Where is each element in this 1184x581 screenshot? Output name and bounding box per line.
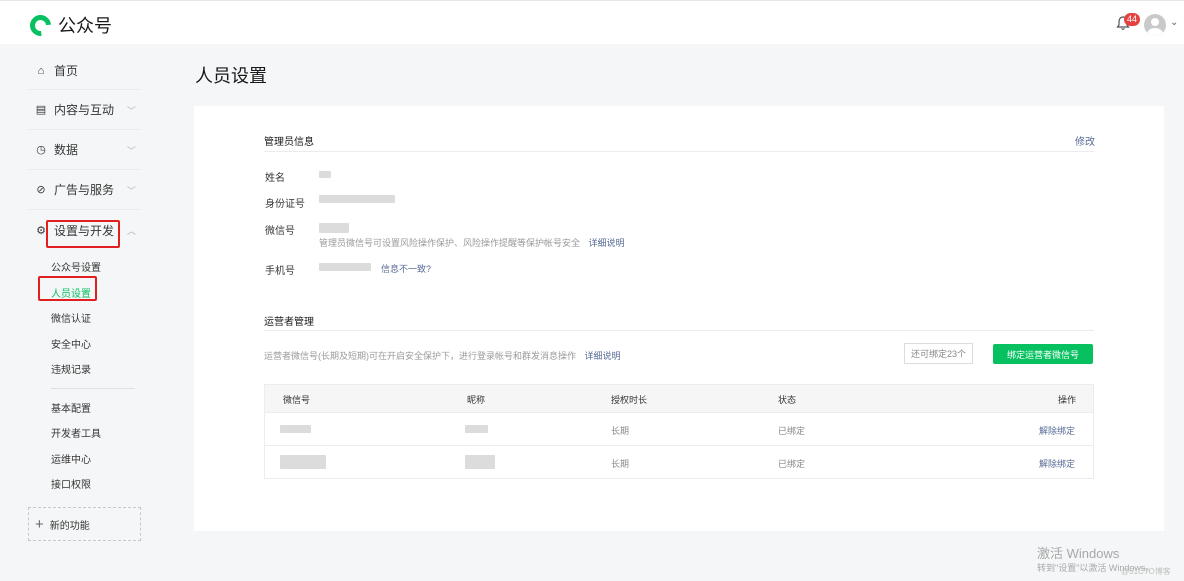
wechat-hint: 管理员微信号可设置风险操作保护、风险操作提醒等保护帐号安全 详细说明 — [319, 236, 625, 249]
sidebar-subitem[interactable]: 安全中心 — [28, 331, 142, 357]
divider — [264, 151, 1094, 152]
phone-value-redacted — [319, 263, 371, 271]
admin-section-title: 管理员信息 — [264, 137, 314, 148]
blog-watermark: @51CTO博客 — [1121, 567, 1171, 576]
sidebar-subitem[interactable]: 基本配置 — [28, 395, 142, 421]
compass-icon: ⊘ — [36, 184, 46, 196]
operators-desc-text: 运营者微信号(长期及短期)可在开启安全保护下，进行登录帐号和群发消息操作 — [264, 351, 576, 361]
sidebar: ⌂ 首页 ▤ 内容与互动 ﹀ ◷ 数据 ﹀ ⊘ 广告与服务 ﹀ ⚙ 设置与开发 … — [28, 52, 142, 541]
unbind-link[interactable]: 解除绑定 — [1039, 457, 1075, 470]
sidebar-item-ads[interactable]: ⊘ 广告与服务 ﹀ — [28, 170, 142, 210]
page-title: 人员设置 — [195, 66, 267, 86]
sidebar-item-label: 数据 — [54, 143, 79, 157]
sidebar-subitem[interactable]: 微信认证 — [28, 305, 142, 331]
document-icon: ▤ — [35, 104, 47, 116]
sidebar-item-label: 内容与互动 — [54, 103, 115, 117]
highlight-box — [46, 220, 120, 248]
top-bar: 公众号 44 ⌄ — [0, 0, 1184, 44]
phone-label: 手机号 — [265, 266, 295, 277]
sidebar-item-content[interactable]: ▤ 内容与互动 ﹀ — [28, 90, 142, 130]
sidebar-subitem[interactable]: 接口权限 — [28, 471, 142, 497]
operators-desc: 运营者微信号(长期及短期)可在开启安全保护下，进行登录帐号和群发消息操作 详细说… — [264, 349, 621, 362]
logo-icon — [25, 10, 56, 40]
nickname-redacted — [465, 425, 488, 433]
sidebar-item-label: 首页 — [54, 64, 79, 78]
sidebar-item-data[interactable]: ◷ 数据 ﹀ — [28, 130, 142, 170]
chevron-up-icon: ︿ — [126, 226, 136, 236]
id-label: 身份证号 — [265, 199, 305, 210]
wechat-value-redacted — [319, 223, 349, 233]
wechat-label: 微信号 — [265, 226, 295, 237]
new-feature-button[interactable]: + 新的功能 — [28, 507, 141, 541]
divider — [264, 330, 1094, 331]
column-header: 授权时长 — [611, 395, 648, 405]
id-value-redacted — [319, 195, 395, 203]
notification-badge: 44 — [1124, 13, 1140, 26]
wechat-id-redacted — [280, 455, 326, 469]
clock-icon: ◷ — [36, 144, 46, 156]
sidebar-subitem[interactable]: 违规记录 — [28, 356, 142, 382]
divider — [51, 387, 135, 389]
edit-link[interactable]: 修改 — [1075, 133, 1095, 148]
sidebar-item-home[interactable]: ⌂ 首页 — [28, 52, 142, 90]
avatar[interactable] — [1144, 14, 1166, 36]
operators-section-title: 运营者管理 — [264, 317, 314, 328]
info-mismatch-link[interactable]: 信息不一致? — [381, 262, 431, 275]
sidebar-item-label: 广告与服务 — [54, 183, 115, 197]
sidebar-subitem[interactable]: 开发者工具 — [28, 420, 142, 446]
plus-icon: + — [35, 515, 44, 533]
column-header: 微信号 — [283, 395, 311, 405]
sidebar-subitem[interactable]: 运维中心 — [28, 446, 142, 472]
details-link[interactable]: 详细说明 — [589, 238, 625, 248]
unbind-link[interactable]: 解除绑定 — [1039, 424, 1075, 437]
duration-cell: 长期 — [611, 459, 630, 469]
operators-table: 微信号 昵称 授权时长 状态 操作 长期 已绑定 解除绑定 长期 已绑定 解除绑… — [264, 384, 1094, 479]
chevron-down-icon[interactable]: ⌄ — [1170, 17, 1178, 28]
name-label: 姓名 — [265, 173, 285, 184]
divider — [265, 445, 1093, 446]
duration-cell: 长期 — [611, 426, 630, 436]
windows-watermark: 激活 Windows — [1037, 546, 1120, 561]
chevron-down-icon: ﹀ — [126, 186, 136, 196]
table-header: 微信号 昵称 授权时长 状态 操作 — [265, 385, 1093, 412]
remaining-count: 还可绑定23个 — [904, 343, 973, 364]
chevron-down-icon: ﹀ — [126, 146, 136, 156]
status-cell: 已绑定 — [778, 459, 806, 469]
details-link[interactable]: 详细说明 — [585, 351, 621, 361]
status-cell: 已绑定 — [778, 426, 806, 436]
nickname-redacted — [465, 455, 495, 469]
home-icon: ⌂ — [37, 64, 45, 77]
wechat-hint-text: 管理员微信号可设置风险操作保护、风险操作提醒等保护帐号安全 — [319, 238, 581, 248]
app-name: 公众号 — [58, 16, 112, 36]
wechat-id-redacted — [280, 425, 311, 433]
new-feature-label: 新的功能 — [49, 520, 90, 532]
column-header: 昵称 — [467, 395, 486, 405]
highlight-box — [38, 276, 97, 301]
chevron-down-icon: ﹀ — [126, 106, 136, 116]
column-header: 状态 — [778, 395, 797, 405]
logo[interactable]: 公众号 — [25, 10, 112, 40]
column-header: 操作 — [1058, 395, 1077, 405]
bind-operator-button[interactable]: 绑定运营者微信号 — [993, 344, 1093, 364]
divider — [265, 412, 1093, 413]
name-value-redacted — [319, 171, 331, 178]
